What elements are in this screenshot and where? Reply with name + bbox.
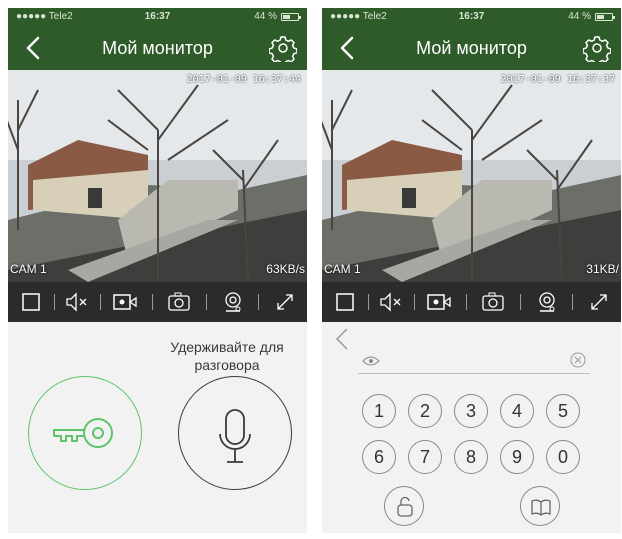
snapshot-button[interactable] — [480, 290, 506, 314]
gear-icon — [582, 36, 612, 66]
show-pin-button[interactable] — [362, 354, 380, 366]
record-button[interactable] — [18, 290, 44, 314]
talk-hint: Удерживайте для разговора — [148, 338, 306, 374]
talk-hint-line1: Удерживайте для — [170, 339, 284, 355]
snapshot-button[interactable] — [166, 290, 192, 314]
mute-button[interactable] — [378, 290, 404, 314]
settings-button[interactable] — [268, 34, 298, 66]
toolbar-divider — [100, 294, 101, 310]
expand-icon — [591, 294, 607, 310]
unlock-button[interactable] — [384, 486, 424, 526]
square-icon — [22, 293, 40, 311]
toolbar-divider — [368, 294, 369, 310]
playback-button[interactable] — [534, 290, 560, 314]
nav-bar: Мой монитор — [322, 26, 621, 70]
fullscreen-button[interactable] — [586, 290, 612, 314]
keypad-key-2[interactable]: 2 — [408, 394, 442, 428]
directory-button[interactable] — [520, 486, 560, 526]
square-icon — [336, 293, 354, 311]
camera-view[interactable]: 2017-01-09 16:37:37 CAM 1 31KB/ — [322, 70, 621, 282]
speaker-mute-icon — [380, 292, 401, 312]
video-camera-icon — [427, 294, 451, 310]
battery-icon — [595, 13, 615, 21]
book-icon — [531, 499, 551, 516]
video-camera-icon — [113, 294, 137, 310]
mute-button[interactable] — [64, 290, 90, 314]
camera-view[interactable]: 2017-01-09 16:37:44 CAM 1 63KB/s — [8, 70, 307, 282]
fullscreen-button[interactable] — [272, 290, 298, 314]
playback-icon — [225, 292, 241, 312]
keypad-key-8[interactable]: 8 — [454, 440, 488, 474]
expand-icon — [277, 294, 293, 310]
push-to-talk-button[interactable] — [178, 376, 292, 490]
page-title: Мой монитор — [102, 38, 213, 58]
keypad-back-button[interactable] — [332, 326, 352, 352]
page-title: Мой монитор — [416, 38, 527, 58]
nav-bar: Мой монитор — [8, 26, 307, 70]
camera-timestamp: 2017-01-09 16:37:44 — [186, 74, 301, 85]
toolbar-divider — [54, 294, 55, 310]
padlock-icon — [397, 496, 413, 517]
keypad-key-0[interactable]: 0 — [546, 440, 580, 474]
playback-icon — [539, 292, 555, 312]
camera-icon — [482, 292, 504, 311]
toolbar-divider — [414, 294, 415, 310]
camera-image — [8, 70, 307, 282]
toolbar-divider — [520, 294, 521, 310]
camera-bitrate: 31KB/ — [586, 262, 619, 276]
keypad-key-5[interactable]: 5 — [546, 394, 580, 428]
camera-name: CAM 1 — [324, 262, 361, 276]
battery-percent: 44 % — [254, 11, 277, 22]
phone-screen-monitor: ●●●●● Tele2 16:37 44 % Мой монитор 2017-… — [8, 8, 307, 533]
camera-bitrate: 63KB/s — [266, 262, 305, 276]
microphone-icon — [219, 409, 251, 463]
speaker-mute-icon — [66, 292, 87, 312]
toolbar-divider — [206, 294, 207, 310]
toolbar-divider — [572, 294, 573, 310]
phone-screen-keypad: ●●●●● Tele2 16:37 44 % Мой монитор 2017-… — [322, 8, 621, 533]
keypad-key-6[interactable]: 6 — [362, 440, 396, 474]
clear-pin-button[interactable] — [570, 352, 586, 368]
gear-icon — [268, 36, 298, 66]
video-button[interactable] — [426, 290, 452, 314]
eye-icon — [362, 356, 380, 366]
settings-button[interactable] — [582, 34, 612, 66]
camera-timestamp: 2017-01-09 16:37:37 — [500, 74, 615, 85]
record-button[interactable] — [332, 290, 358, 314]
keypad-key-7[interactable]: 7 — [408, 440, 442, 474]
camera-image — [322, 70, 621, 282]
keypad-key-9[interactable]: 9 — [500, 440, 534, 474]
status-bar: ●●●●● Tele2 16:37 44 % — [8, 8, 307, 26]
clear-icon — [570, 352, 586, 368]
keypad-key-3[interactable]: 3 — [454, 394, 488, 428]
unlock-door-button[interactable] — [28, 376, 142, 490]
key-icon — [53, 418, 113, 448]
camera-toolbar — [322, 282, 621, 322]
status-bar: ●●●●● Tele2 16:37 44 % — [322, 8, 621, 26]
chevron-left-icon — [335, 328, 348, 350]
toolbar-divider — [152, 294, 153, 310]
toolbar-divider — [258, 294, 259, 310]
keypad-key-1[interactable]: 1 — [362, 394, 396, 428]
camera-toolbar — [8, 282, 307, 322]
toolbar-divider — [466, 294, 467, 310]
video-button[interactable] — [112, 290, 138, 314]
keypad-key-4[interactable]: 4 — [500, 394, 534, 428]
camera-icon — [168, 292, 190, 311]
talk-hint-line2: разговора — [194, 357, 260, 373]
pin-input[interactable] — [358, 346, 590, 374]
camera-name: CAM 1 — [10, 262, 47, 276]
battery-percent: 44 % — [568, 11, 591, 22]
playback-button[interactable] — [220, 290, 246, 314]
battery-icon — [281, 13, 301, 21]
